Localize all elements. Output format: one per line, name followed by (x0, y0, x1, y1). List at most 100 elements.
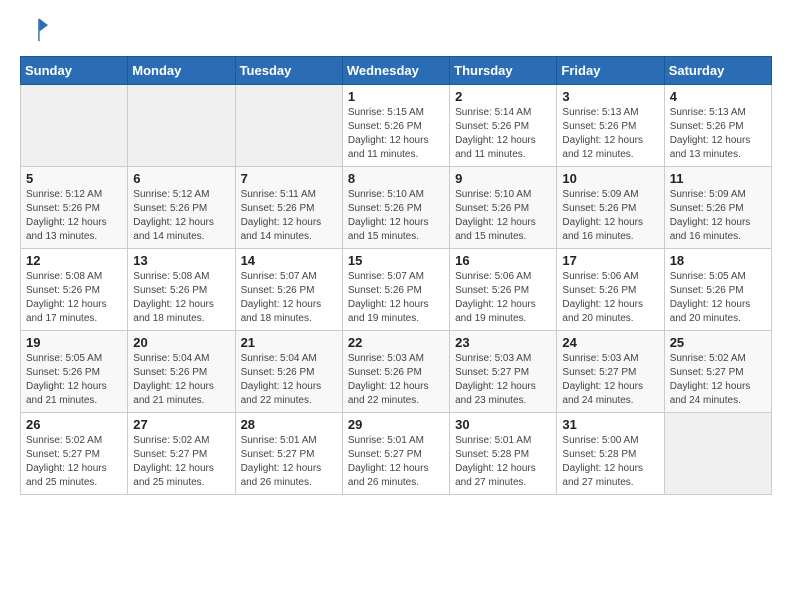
calendar-cell: 21 Sunrise: 5:04 AMSunset: 5:26 PMDayligh… (235, 331, 342, 413)
day-number: 26 (26, 417, 122, 432)
day-number: 21 (241, 335, 337, 350)
day-info: Sunrise: 5:10 AMSunset: 5:26 PMDaylight:… (348, 188, 444, 244)
weekday-header-tuesday: Tuesday (235, 57, 342, 85)
day-info: Sunrise: 5:07 AMSunset: 5:26 PMDaylight:… (348, 270, 444, 326)
day-info: Sunrise: 5:11 AMSunset: 5:26 PMDaylight:… (241, 188, 337, 244)
day-info: Sunrise: 5:02 AMSunset: 5:27 PMDaylight:… (133, 434, 229, 490)
day-number: 4 (670, 89, 766, 104)
weekday-header-row: SundayMondayTuesdayWednesdayThursdayFrid… (21, 57, 772, 85)
day-info: Sunrise: 5:09 AMSunset: 5:26 PMDaylight:… (562, 188, 658, 244)
day-number: 7 (241, 171, 337, 186)
day-info: Sunrise: 5:01 AMSunset: 5:28 PMDaylight:… (455, 434, 551, 490)
calendar-cell: 16 Sunrise: 5:06 AMSunset: 5:26 PMDayligh… (450, 249, 557, 331)
day-number: 16 (455, 253, 551, 268)
calendar-cell: 24 Sunrise: 5:03 AMSunset: 5:27 PMDayligh… (557, 331, 664, 413)
calendar-cell (21, 85, 128, 167)
calendar-week-5: 26 Sunrise: 5:02 AMSunset: 5:27 PMDayligh… (21, 413, 772, 495)
calendar-cell: 19 Sunrise: 5:05 AMSunset: 5:26 PMDayligh… (21, 331, 128, 413)
calendar-cell: 7 Sunrise: 5:11 AMSunset: 5:26 PMDaylight… (235, 167, 342, 249)
calendar-cell: 30 Sunrise: 5:01 AMSunset: 5:28 PMDayligh… (450, 413, 557, 495)
day-info: Sunrise: 5:09 AMSunset: 5:26 PMDaylight:… (670, 188, 766, 244)
day-number: 8 (348, 171, 444, 186)
day-number: 29 (348, 417, 444, 432)
day-info: Sunrise: 5:00 AMSunset: 5:28 PMDaylight:… (562, 434, 658, 490)
weekday-header-friday: Friday (557, 57, 664, 85)
weekday-header-thursday: Thursday (450, 57, 557, 85)
day-info: Sunrise: 5:04 AMSunset: 5:26 PMDaylight:… (241, 352, 337, 408)
day-number: 10 (562, 171, 658, 186)
calendar-cell: 14 Sunrise: 5:07 AMSunset: 5:26 PMDayligh… (235, 249, 342, 331)
calendar-cell: 18Sunrise: 5:05 AMSunset: 5:26 PMDayligh… (664, 249, 771, 331)
day-info: Sunrise: 5:03 AMSunset: 5:27 PMDaylight:… (455, 352, 551, 408)
calendar-cell: 1 Sunrise: 5:15 AMSunset: 5:26 PMDaylight… (342, 85, 449, 167)
day-info: Sunrise: 5:01 AMSunset: 5:27 PMDaylight:… (241, 434, 337, 490)
calendar-cell: 23 Sunrise: 5:03 AMSunset: 5:27 PMDayligh… (450, 331, 557, 413)
calendar-cell: 22Sunrise: 5:03 AMSunset: 5:26 PMDayligh… (342, 331, 449, 413)
header (20, 16, 772, 44)
calendar-week-4: 19 Sunrise: 5:05 AMSunset: 5:26 PMDayligh… (21, 331, 772, 413)
day-info: Sunrise: 5:07 AMSunset: 5:26 PMDaylight:… (241, 270, 337, 326)
day-number: 28 (241, 417, 337, 432)
calendar-week-3: 12 Sunrise: 5:08 AMSunset: 5:26 PMDayligh… (21, 249, 772, 331)
day-number: 11 (670, 171, 766, 186)
weekday-header-saturday: Saturday (664, 57, 771, 85)
day-number: 12 (26, 253, 122, 268)
calendar-cell: 9Sunrise: 5:10 AMSunset: 5:26 PMDaylight… (450, 167, 557, 249)
day-number: 18 (670, 253, 766, 268)
calendar-cell: 26 Sunrise: 5:02 AMSunset: 5:27 PMDayligh… (21, 413, 128, 495)
calendar-cell: 25Sunrise: 5:02 AMSunset: 5:27 PMDayligh… (664, 331, 771, 413)
calendar-cell: 12 Sunrise: 5:08 AMSunset: 5:26 PMDayligh… (21, 249, 128, 331)
day-info: Sunrise: 5:13 AMSunset: 5:26 PMDaylight:… (562, 106, 658, 162)
day-number: 24 (562, 335, 658, 350)
calendar-cell: 28 Sunrise: 5:01 AMSunset: 5:27 PMDayligh… (235, 413, 342, 495)
calendar-cell (664, 413, 771, 495)
calendar-week-1: 1 Sunrise: 5:15 AMSunset: 5:26 PMDaylight… (21, 85, 772, 167)
day-number: 31 (562, 417, 658, 432)
calendar-cell (235, 85, 342, 167)
day-info: Sunrise: 5:06 AMSunset: 5:26 PMDaylight:… (562, 270, 658, 326)
calendar-cell: 29Sunrise: 5:01 AMSunset: 5:27 PMDayligh… (342, 413, 449, 495)
calendar-cell: 5 Sunrise: 5:12 AMSunset: 5:26 PMDaylight… (21, 167, 128, 249)
day-number: 13 (133, 253, 229, 268)
weekday-header-sunday: Sunday (21, 57, 128, 85)
weekday-header-wednesday: Wednesday (342, 57, 449, 85)
day-number: 6 (133, 171, 229, 186)
page: SundayMondayTuesdayWednesdayThursdayFrid… (0, 0, 792, 511)
calendar-cell: 20Sunrise: 5:04 AMSunset: 5:26 PMDayligh… (128, 331, 235, 413)
day-info: Sunrise: 5:15 AMSunset: 5:26 PMDaylight:… (348, 106, 444, 162)
day-info: Sunrise: 5:08 AMSunset: 5:26 PMDaylight:… (26, 270, 122, 326)
calendar-cell: 10 Sunrise: 5:09 AMSunset: 5:26 PMDayligh… (557, 167, 664, 249)
day-number: 5 (26, 171, 122, 186)
day-info: Sunrise: 5:12 AMSunset: 5:26 PMDaylight:… (26, 188, 122, 244)
day-number: 1 (348, 89, 444, 104)
day-number: 14 (241, 253, 337, 268)
calendar-cell: 13 Sunrise: 5:08 AMSunset: 5:26 PMDayligh… (128, 249, 235, 331)
calendar-cell: 15Sunrise: 5:07 AMSunset: 5:26 PMDayligh… (342, 249, 449, 331)
day-number: 3 (562, 89, 658, 104)
calendar-cell: 8 Sunrise: 5:10 AMSunset: 5:26 PMDaylight… (342, 167, 449, 249)
day-info: Sunrise: 5:10 AMSunset: 5:26 PMDaylight:… (455, 188, 551, 244)
calendar-cell: 2Sunrise: 5:14 AMSunset: 5:26 PMDaylight… (450, 85, 557, 167)
calendar-cell: 6Sunrise: 5:12 AMSunset: 5:26 PMDaylight… (128, 167, 235, 249)
day-info: Sunrise: 5:13 AMSunset: 5:26 PMDaylight:… (670, 106, 766, 162)
day-number: 17 (562, 253, 658, 268)
day-info: Sunrise: 5:08 AMSunset: 5:26 PMDaylight:… (133, 270, 229, 326)
day-info: Sunrise: 5:05 AMSunset: 5:26 PMDaylight:… (26, 352, 122, 408)
logo-icon (20, 16, 48, 44)
day-info: Sunrise: 5:03 AMSunset: 5:27 PMDaylight:… (562, 352, 658, 408)
logo (20, 16, 52, 44)
day-number: 30 (455, 417, 551, 432)
day-info: Sunrise: 5:06 AMSunset: 5:26 PMDaylight:… (455, 270, 551, 326)
day-number: 25 (670, 335, 766, 350)
calendar-cell: 3 Sunrise: 5:13 AMSunset: 5:26 PMDaylight… (557, 85, 664, 167)
calendar-cell: 27Sunrise: 5:02 AMSunset: 5:27 PMDayligh… (128, 413, 235, 495)
calendar-cell: 11 Sunrise: 5:09 AMSunset: 5:26 PMDayligh… (664, 167, 771, 249)
day-number: 23 (455, 335, 551, 350)
calendar-cell: 17 Sunrise: 5:06 AMSunset: 5:26 PMDayligh… (557, 249, 664, 331)
weekday-header-monday: Monday (128, 57, 235, 85)
day-number: 2 (455, 89, 551, 104)
day-number: 22 (348, 335, 444, 350)
day-number: 19 (26, 335, 122, 350)
calendar-cell: 4 Sunrise: 5:13 AMSunset: 5:26 PMDaylight… (664, 85, 771, 167)
day-info: Sunrise: 5:02 AMSunset: 5:27 PMDaylight:… (26, 434, 122, 490)
